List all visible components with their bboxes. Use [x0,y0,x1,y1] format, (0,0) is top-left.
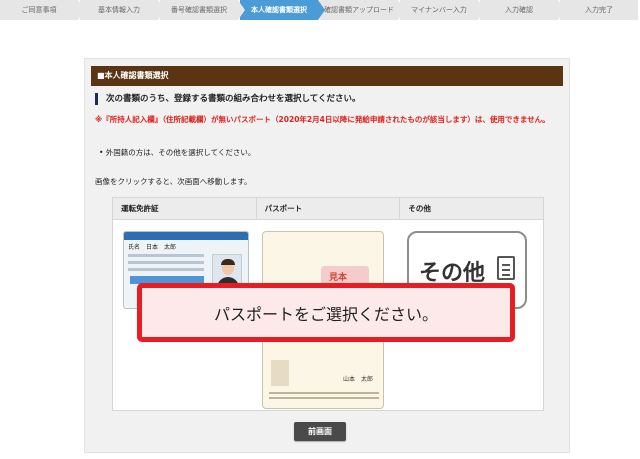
step-consent: ご同意事項 [0,0,85,20]
header-other: その他 [408,204,431,213]
passport-warning: ※『所持人記入欄』（住所記載欄）が無いパスポート（2020年2月4日以降に発給申… [95,115,550,124]
step-number-doc-select: 番号確認書類選択 [160,0,245,20]
foreign-national-note: • 外国籍の方は、その他を選択してください。 [99,148,256,157]
document-icon [497,256,515,280]
passport-sample-mark: 見本 [329,273,348,283]
lead-text: 次の書類のうち、登録する書類の組み合わせを選択してください。 [95,93,361,105]
step-complete: 入力完了 [560,0,638,20]
panel-title: ■本人確認書類選択 [91,66,563,86]
step-id-doc-select: 本人確認書類選択 [240,0,325,20]
passport-photo [271,360,289,386]
step-mynumber-input: マイナンバー入力 [400,0,485,20]
passport-signature: 山本 太郎 [343,376,374,383]
table-header-row: 運転免許証 パスポート その他 [113,198,543,220]
header-passport: パスポート [257,198,401,219]
passport-mrz-lines [269,392,379,402]
step-input-confirm: 入力確認 [480,0,565,20]
step-doc-upload: 確認書類アップロード [320,0,405,20]
click-instruction: 画像をクリックすると、次画面へ移動します。 [95,177,252,186]
step-progress-bar: ご同意事項 基本情報入力 番号確認書類選択 本人確認書類選択 確認書類アップロー… [0,0,640,20]
id-doc-selection-panel: ■本人確認書類選択 次の書類のうち、登録する書類の組み合わせを選択してください。… [84,58,570,453]
license-text-lines [128,254,204,275]
header-drivers-license: 運転免許証 [113,198,257,219]
license-name-text: 氏名 日本 太郎 [128,244,177,251]
passport-select-callout: パスポートをご選択ください。 [137,283,515,342]
step-basic-info: 基本情報入力 [80,0,165,20]
back-button[interactable]: 前画面 [294,422,346,441]
license-header-band [124,232,248,240]
